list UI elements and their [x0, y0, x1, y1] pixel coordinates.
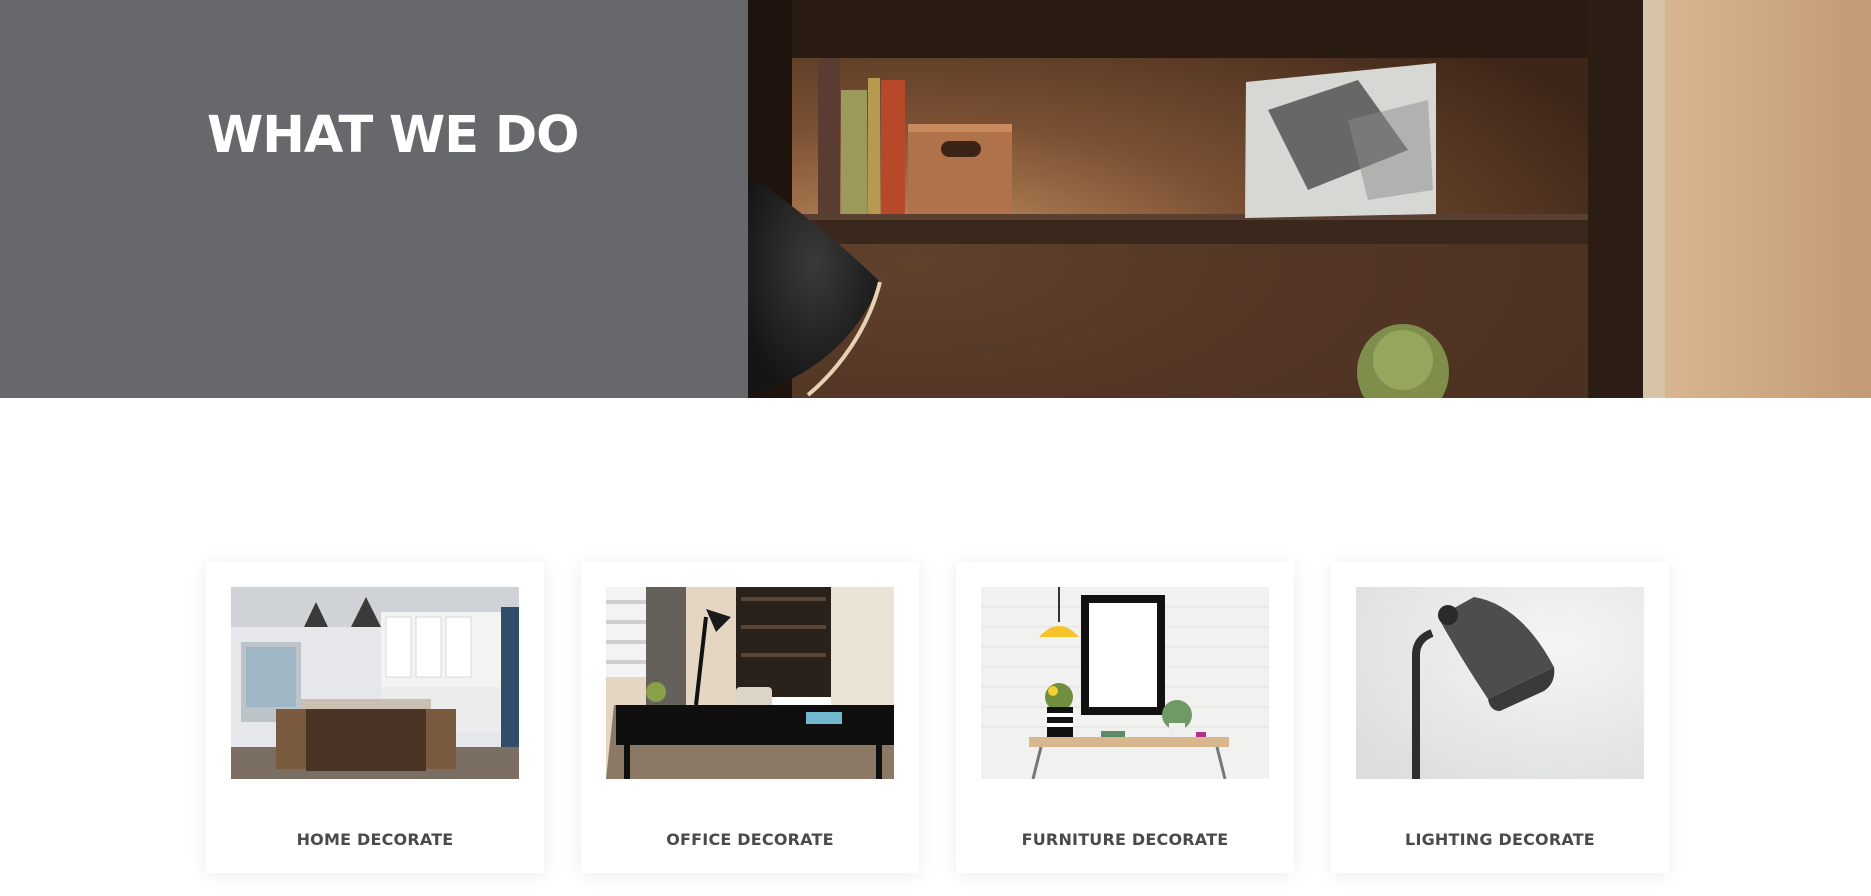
service-title[interactable]: HOME DECORATE [206, 830, 544, 849]
service-card-home[interactable]: HOME DECORATE [206, 562, 544, 873]
page-title: WHAT WE DO [207, 106, 580, 165]
furniture-wall-image [981, 587, 1269, 779]
hero-section: WHAT WE DO [0, 0, 1871, 398]
service-title[interactable]: LIGHTING DECORATE [1331, 830, 1669, 849]
hero-title-panel: WHAT WE DO [0, 0, 748, 398]
services-section: HOME DECORATE OFFICE DECORATE FURNITURE … [0, 398, 1871, 896]
hero-image-bookshelf [748, 0, 1871, 398]
kitchen-interior-image [231, 587, 519, 779]
service-title[interactable]: FURNITURE DECORATE [956, 830, 1294, 849]
office-desk-image [606, 587, 894, 779]
desk-lamp-image [1356, 587, 1644, 779]
service-card-office[interactable]: OFFICE DECORATE [581, 562, 919, 873]
service-card-furniture[interactable]: FURNITURE DECORATE [956, 562, 1294, 873]
service-title[interactable]: OFFICE DECORATE [581, 830, 919, 849]
service-card-lighting[interactable]: LIGHTING DECORATE [1331, 562, 1669, 873]
